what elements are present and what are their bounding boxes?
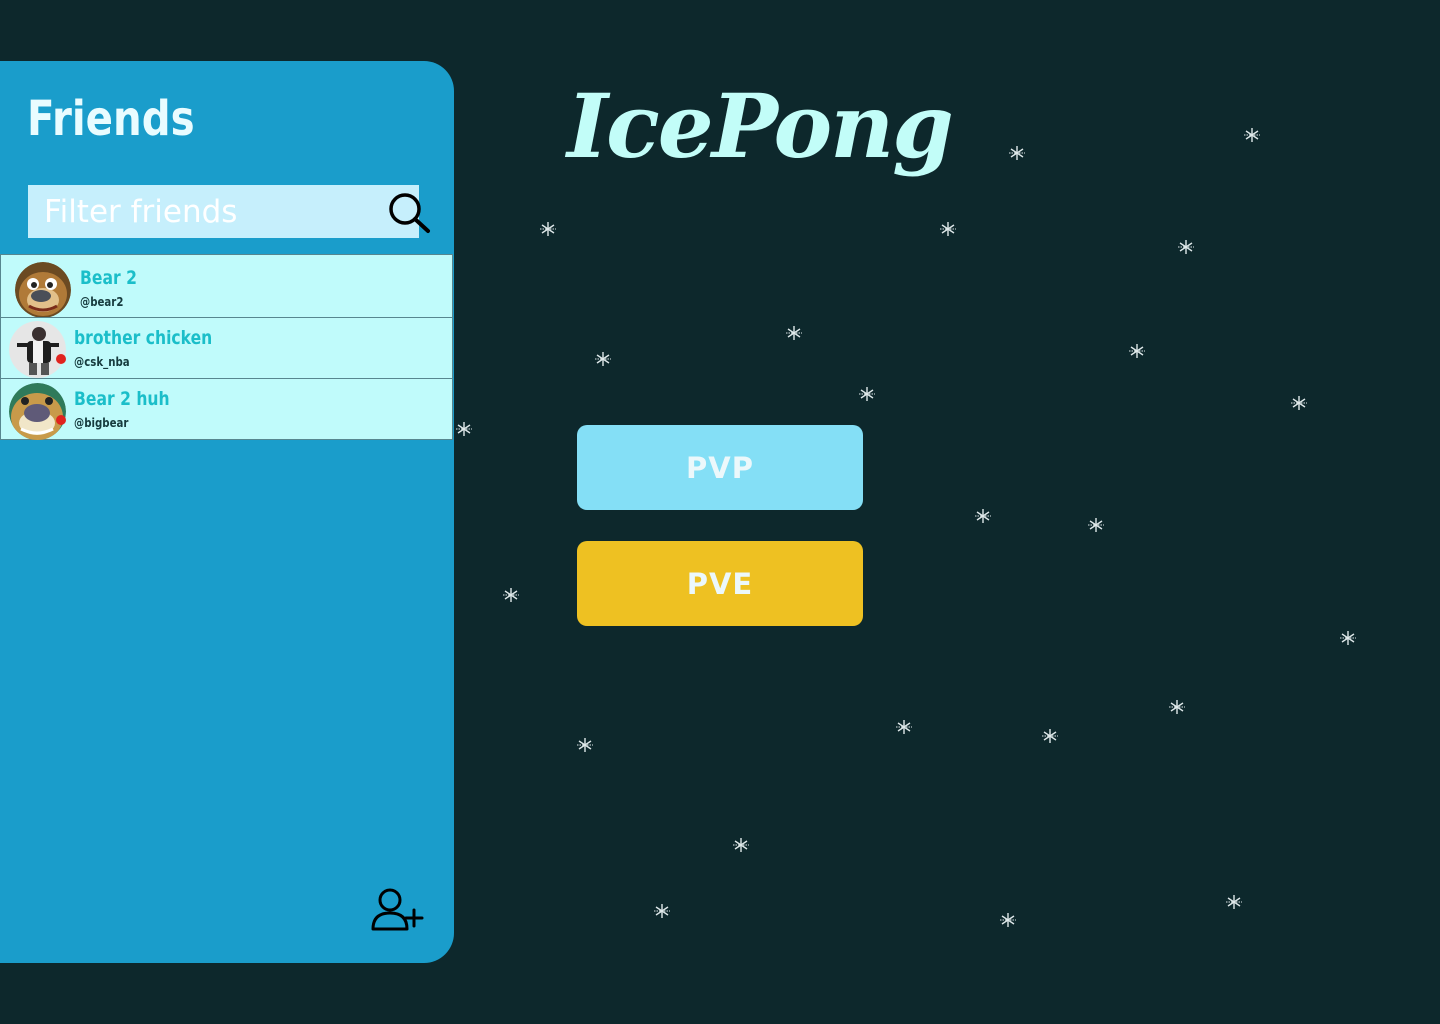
online-status-dot: [56, 354, 66, 364]
add-friend-button[interactable]: [368, 884, 428, 936]
snowflake-icon: [1339, 630, 1357, 646]
snowflake-icon: [539, 221, 557, 237]
pvp-button[interactable]: PVP: [577, 425, 863, 510]
snowflake-icon: [1128, 343, 1146, 359]
snowflake-icon: [1243, 127, 1261, 143]
snowflake-icon: [502, 587, 520, 603]
online-status-dot: [56, 415, 66, 425]
friend-list: Bear 2 @bear2 brother chicken @csk_nba B…: [0, 254, 453, 440]
avatar: [15, 262, 71, 318]
snowflake-icon: [1041, 728, 1059, 744]
snowflake-icon: [576, 737, 594, 753]
friend-handle: @bigbear: [74, 416, 129, 430]
snowflake-icon: [1177, 239, 1195, 255]
friend-handle: @csk_nba: [74, 355, 130, 369]
pve-button[interactable]: PVE: [577, 541, 863, 626]
friend-list-item[interactable]: Bear 2 huh @bigbear: [0, 378, 453, 440]
app-logo: IcePong: [567, 74, 954, 178]
friend-name: brother chicken: [74, 327, 213, 349]
snowflake-icon: [999, 912, 1017, 928]
snowflake-icon: [785, 325, 803, 341]
friends-title: Friends: [27, 91, 195, 147]
friend-search-input[interactable]: [28, 185, 348, 238]
friend-name: Bear 2 huh: [74, 388, 170, 410]
avatar: [9, 383, 66, 440]
snowflake-icon: [974, 508, 992, 524]
friend-search-box: [28, 185, 430, 238]
snowflake-icon: [858, 386, 876, 402]
snowflake-icon: [1225, 894, 1243, 910]
snowflake-icon: [653, 903, 671, 919]
snowflake-icon: [1008, 145, 1026, 161]
snowflake-icon: [1087, 517, 1105, 533]
snowflake-icon: [594, 351, 612, 367]
search-icon[interactable]: [386, 191, 432, 235]
friend-handle: @bear2: [80, 295, 124, 309]
snowflake-icon: [1290, 395, 1308, 411]
avatar: [9, 321, 66, 378]
snowflake-icon: [732, 837, 750, 853]
snowflake-icon: [1168, 699, 1186, 715]
friend-name: Bear 2: [80, 267, 137, 289]
friend-list-item[interactable]: Bear 2 @bear2: [0, 254, 453, 318]
snowflake-icon: [895, 719, 913, 735]
snowflake-icon: [939, 221, 957, 237]
friend-list-item[interactable]: brother chicken @csk_nba: [0, 317, 453, 379]
add-user-icon: [371, 888, 424, 931]
snowflake-icon: [455, 421, 473, 437]
